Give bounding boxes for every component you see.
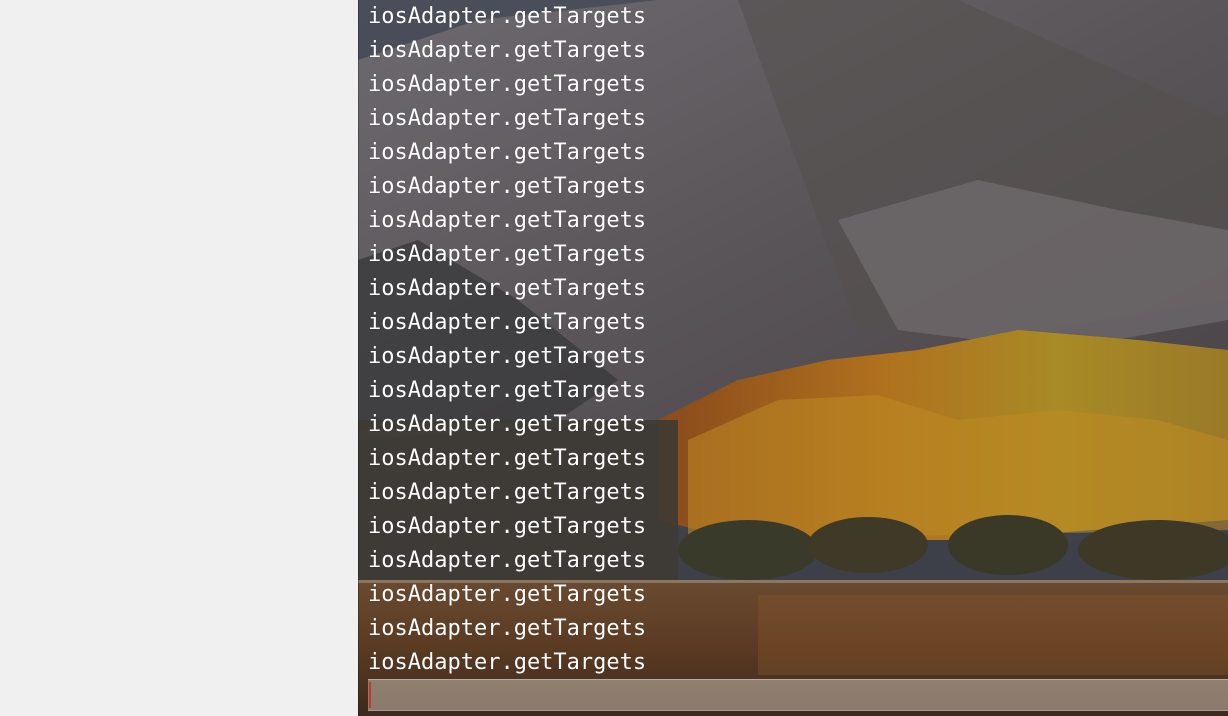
terminal-output-line: iosAdapter.getTargets [368, 106, 647, 131]
terminal-output-line: iosAdapter.getTargets [368, 140, 647, 165]
terminal-output-line: iosAdapter.getTargets [368, 412, 647, 437]
terminal-output-line: iosAdapter.getTargets [368, 616, 647, 641]
terminal-input-line[interactable] [368, 679, 1228, 711]
terminal-output-line: iosAdapter.getTargets [368, 480, 647, 505]
terminal-output: iosAdapter.getTargets iosAdapter.getTarge… [368, 0, 1218, 680]
blank-sidebar-panel [0, 0, 358, 716]
text-cursor [369, 682, 371, 708]
terminal-output-line: iosAdapter.getTargets [368, 242, 647, 267]
terminal-output-line: iosAdapter.getTargets [368, 344, 647, 369]
terminal-output-line: iosAdapter.getTargets [368, 208, 647, 233]
terminal-output-line: iosAdapter.getTargets [368, 4, 647, 29]
terminal-output-line: iosAdapter.getTargets [368, 548, 647, 573]
terminal-output-line: iosAdapter.getTargets [368, 276, 647, 301]
terminal-window[interactable]: iosAdapter.getTargets iosAdapter.getTarge… [358, 0, 1228, 716]
terminal-output-line: iosAdapter.getTargets [368, 38, 647, 63]
terminal-border [358, 0, 359, 716]
terminal-output-line: iosAdapter.getTargets [368, 310, 647, 335]
terminal-output-line: iosAdapter.getTargets [368, 446, 647, 471]
terminal-output-line: iosAdapter.getTargets [368, 650, 647, 675]
terminal-output-line: iosAdapter.getTargets [368, 514, 647, 539]
terminal-output-line: iosAdapter.getTargets [368, 72, 647, 97]
terminal-output-line: iosAdapter.getTargets [368, 378, 647, 403]
terminal-output-line: iosAdapter.getTargets [368, 582, 647, 607]
terminal-output-line: iosAdapter.getTargets [368, 174, 647, 199]
